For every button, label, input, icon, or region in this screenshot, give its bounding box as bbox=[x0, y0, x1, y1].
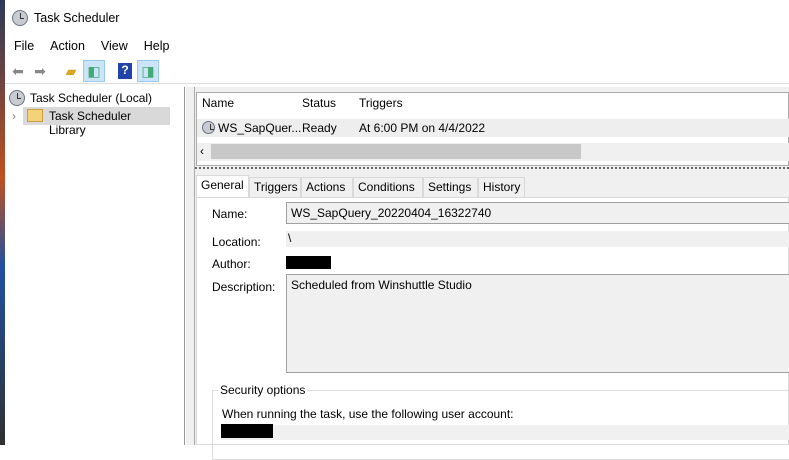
expand-chevron-icon[interactable]: › bbox=[12, 109, 16, 123]
folder-clock-icon bbox=[27, 109, 43, 122]
menu-help[interactable]: Help bbox=[144, 39, 170, 53]
table-row[interactable]: WS_SapQuer... Ready At 6:00 PM on 4/4/20… bbox=[197, 119, 789, 137]
user-account-text: When running the task, use the following… bbox=[222, 407, 514, 421]
help-icon[interactable]: ? bbox=[118, 63, 132, 79]
tab-triggers[interactable]: Triggers bbox=[249, 177, 301, 197]
up-folder-icon[interactable]: ▰ bbox=[60, 60, 82, 82]
tab-settings[interactable]: Settings bbox=[423, 177, 478, 197]
show-hide-action-pane-icon[interactable]: ◨ bbox=[137, 60, 159, 82]
task-triggers: At 6:00 PM on 4/4/2022 bbox=[359, 121, 486, 135]
author-label: Author: bbox=[212, 257, 251, 271]
title-bar: Task Scheduler bbox=[5, 0, 789, 36]
back-arrow-icon[interactable]: ⬅ bbox=[7, 60, 29, 82]
location-value: \ bbox=[286, 231, 789, 247]
tab-actions[interactable]: Actions bbox=[301, 177, 353, 197]
security-options-title: Security options bbox=[218, 383, 308, 397]
tree-root[interactable]: Task Scheduler (Local) bbox=[30, 91, 152, 105]
window-title: Task Scheduler bbox=[34, 11, 120, 25]
show-hide-console-tree-icon[interactable]: ◧ bbox=[83, 60, 105, 82]
column-status[interactable]: Status bbox=[302, 96, 336, 110]
clock-icon bbox=[9, 90, 25, 106]
tree-item-label: Task Scheduler Library bbox=[49, 109, 132, 137]
tab-general[interactable]: General bbox=[196, 175, 249, 197]
scroll-left-icon[interactable]: ‹ bbox=[200, 144, 204, 158]
task-scheduler-window: Task Scheduler File Action View Help ⬅ ➡ ▰ … bbox=[5, 0, 789, 460]
horizontal-splitter[interactable] bbox=[195, 167, 789, 170]
author-redacted bbox=[286, 256, 331, 269]
column-name[interactable]: Name bbox=[202, 96, 234, 110]
description-label: Description: bbox=[212, 280, 276, 294]
menu-file[interactable]: File bbox=[14, 39, 34, 53]
tab-conditions[interactable]: Conditions bbox=[353, 177, 423, 197]
scrollbar-thumb[interactable] bbox=[211, 144, 581, 159]
console-tree: Task Scheduler (Local) › Task Scheduler … bbox=[5, 87, 185, 445]
task-status: Ready bbox=[302, 121, 337, 135]
horizontal-scrollbar[interactable]: ‹ bbox=[197, 143, 789, 161]
tab-history[interactable]: History bbox=[478, 177, 525, 197]
tree-item-library[interactable]: Task Scheduler Library bbox=[23, 107, 170, 137]
task-scheduler-clock-icon bbox=[12, 10, 28, 26]
general-tab-panel: Name: WS_SapQuery_20220404_16322740 Loca… bbox=[196, 197, 789, 460]
description-field[interactable]: Scheduled from Winshuttle Studio bbox=[286, 274, 789, 373]
details-pane: Name Status Triggers WS_SapQuer... Ready… bbox=[195, 87, 789, 460]
toolbar: ⬅ ➡ ▰ ◧ ? ◨ bbox=[5, 58, 789, 84]
location-label: Location: bbox=[212, 235, 261, 249]
task-name: WS_SapQuer... bbox=[218, 121, 302, 135]
pane-splitter[interactable] bbox=[186, 87, 195, 445]
name-field[interactable]: WS_SapQuery_20220404_16322740 bbox=[286, 202, 789, 224]
task-list: Name Status Triggers WS_SapQuer... Ready… bbox=[196, 92, 789, 166]
column-triggers[interactable]: Triggers bbox=[359, 96, 403, 110]
task-clock-icon bbox=[202, 121, 215, 134]
menu-action[interactable]: Action bbox=[50, 39, 85, 53]
user-account-redacted bbox=[221, 424, 273, 438]
menu-bar: File Action View Help bbox=[14, 39, 186, 53]
name-label: Name: bbox=[212, 207, 248, 221]
menu-view[interactable]: View bbox=[101, 39, 128, 53]
user-account-field bbox=[221, 425, 789, 440]
forward-arrow-icon[interactable]: ➡ bbox=[29, 60, 51, 82]
